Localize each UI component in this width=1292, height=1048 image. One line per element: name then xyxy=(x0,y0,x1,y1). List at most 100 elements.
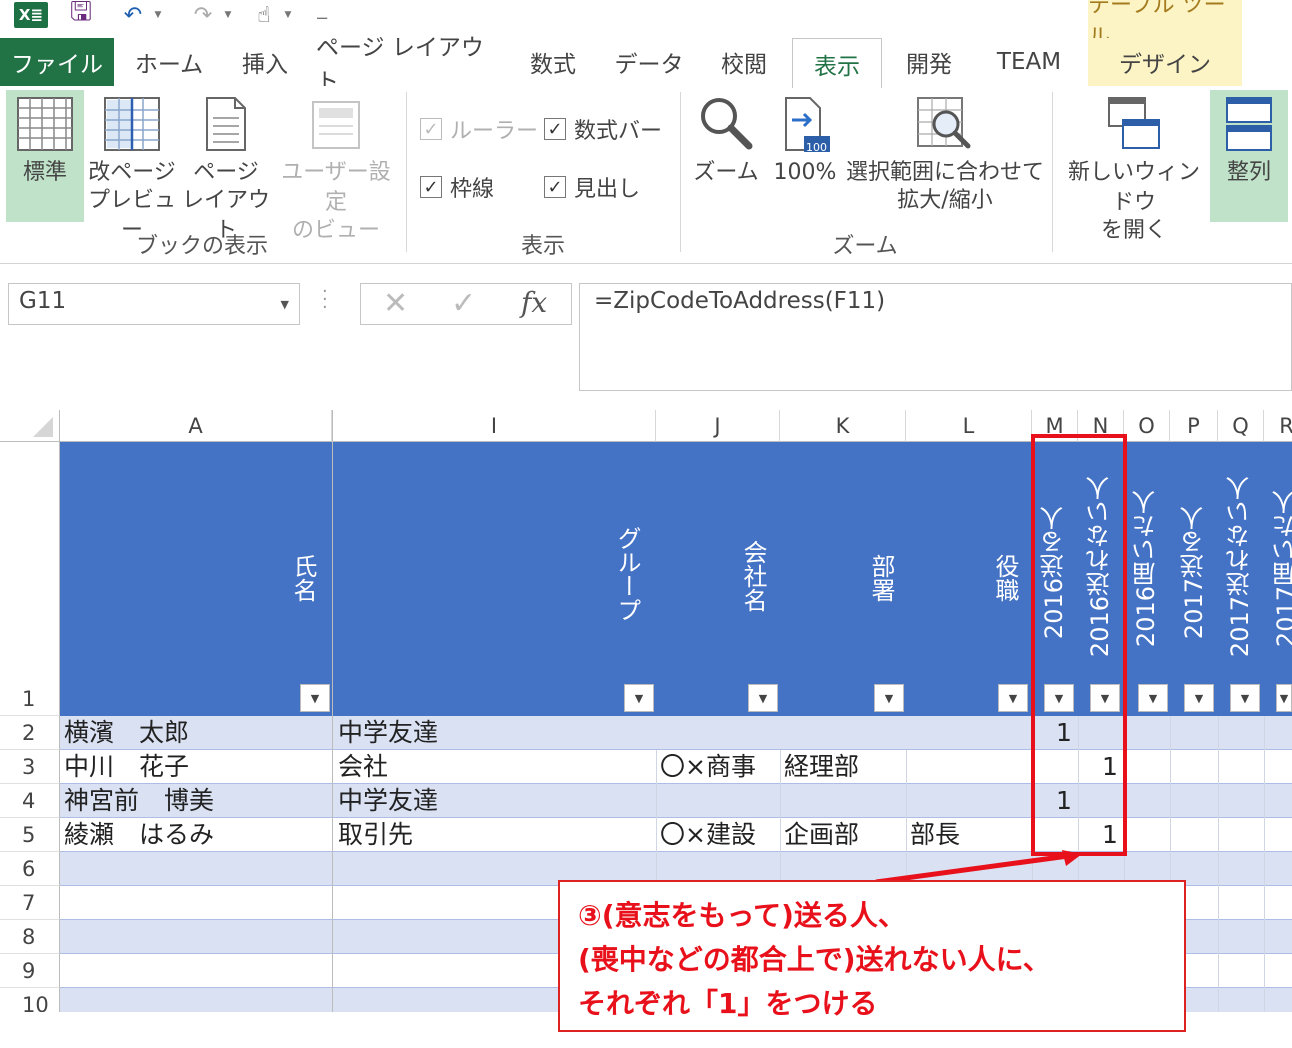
normal-view-label: 標準 xyxy=(22,160,67,185)
cell-a5[interactable]: 綾瀬 はるみ xyxy=(64,820,214,850)
cell-i5[interactable]: 取引先 xyxy=(338,820,413,850)
normal-view-button[interactable]: 標準 xyxy=(6,90,84,222)
cell-k5[interactable]: 企画部 xyxy=(784,820,859,850)
header-group: グループ xyxy=(613,526,641,622)
header-send-2017: 2017送る人 xyxy=(1180,506,1208,640)
enter-formula-icon[interactable]: ✓ xyxy=(451,286,476,321)
select-all-corner[interactable] xyxy=(0,410,60,442)
filter-dropdown-nosend-2017[interactable]: ▼ xyxy=(1230,684,1260,712)
page-layout-view-icon xyxy=(206,97,246,151)
cell-k3[interactable]: 経理部 xyxy=(784,752,859,782)
filter-dropdown-group[interactable]: ▼ xyxy=(624,684,654,712)
zoom-to-selection-button[interactable]: 選択範囲に合わせて 拡大/縮小 xyxy=(844,90,1046,222)
grid-line xyxy=(1264,716,1265,1012)
formula-bar-checkbox[interactable]: ✓ 数式バー xyxy=(544,114,662,144)
column-header-k[interactable]: K xyxy=(780,410,906,442)
arrange-all-icon xyxy=(1226,97,1272,151)
touch-dropdown-icon[interactable]: ▼ xyxy=(282,0,294,30)
column-header-r[interactable]: R xyxy=(1264,410,1292,442)
cell-j3[interactable]: 〇×商事 xyxy=(660,752,756,782)
headings-checkbox[interactable]: ✓ 見出し xyxy=(544,172,640,202)
formula-bar-handle-icon[interactable]: · · · xyxy=(322,283,328,317)
column-header-p[interactable]: P xyxy=(1170,410,1218,442)
filter-dropdown-received-2016[interactable]: ▼ xyxy=(1138,684,1168,712)
normal-view-icon xyxy=(17,97,73,151)
tab-design[interactable]: デザイン xyxy=(1088,38,1242,86)
filter-dropdown-send-2017[interactable]: ▼ xyxy=(1184,684,1214,712)
column-header-o[interactable]: O xyxy=(1124,410,1170,442)
filter-dropdown-received-2017[interactable]: ▼ xyxy=(1276,684,1292,712)
zoom-100-button[interactable]: 100 100% xyxy=(770,90,840,222)
gridlines-checkbox[interactable]: ✓ 枠線 xyxy=(420,172,494,202)
page-layout-label-1: ページ xyxy=(193,160,259,185)
custom-views-label-1: ユーザー設定 xyxy=(281,160,391,215)
column-header-q[interactable]: Q xyxy=(1218,410,1264,442)
formula-buttons: ✕ ✓ fx xyxy=(360,283,572,325)
name-box[interactable]: G11 ▼ xyxy=(8,283,300,325)
row-header-8[interactable]: 8 xyxy=(0,920,60,954)
ruler-checkbox[interactable]: ✓ ルーラー xyxy=(420,114,538,144)
tab-insert[interactable]: 挿入 xyxy=(226,38,304,86)
annotation-line-3: それぞれ「1」をつける xyxy=(578,987,878,1020)
tab-view[interactable]: 表示 xyxy=(792,38,882,88)
cell-a3[interactable]: 中川 花子 xyxy=(64,752,189,782)
insert-function-icon[interactable]: fx xyxy=(521,286,547,319)
row-header-5[interactable]: 5 xyxy=(0,818,60,852)
arrange-all-button[interactable]: 整列 xyxy=(1210,90,1288,222)
row-header-4[interactable]: 4 xyxy=(0,784,60,818)
filter-dropdown-name[interactable]: ▼ xyxy=(300,684,330,712)
filter-dropdown-title[interactable]: ▼ xyxy=(998,684,1028,712)
touch-mode-icon[interactable]: ☝ xyxy=(250,0,278,30)
tab-home[interactable]: ホーム xyxy=(124,38,214,86)
column-header-l[interactable]: L xyxy=(906,410,1032,442)
row-header-2[interactable]: 2 xyxy=(0,716,60,750)
gridlines-label: 枠線 xyxy=(450,177,495,202)
tab-team[interactable]: TEAM xyxy=(980,38,1078,86)
header-received-2016: 2016届いた人 xyxy=(1132,490,1160,648)
page-layout-view-button[interactable]: ページ レイアウト xyxy=(180,90,272,243)
row-header-1[interactable]: 1 xyxy=(0,442,60,716)
cell-i4[interactable]: 中学友達 xyxy=(338,786,438,816)
tab-review[interactable]: 校閲 xyxy=(704,38,784,86)
row-header-7[interactable]: 7 xyxy=(0,886,60,920)
zoom-button[interactable]: ズーム xyxy=(690,90,762,222)
cell-i3[interactable]: 会社 xyxy=(338,752,388,782)
tab-formulas[interactable]: 数式 xyxy=(512,38,594,86)
page-break-preview-button[interactable]: 改ページ プレビュー xyxy=(86,90,178,243)
zoom-100-badge: 100 xyxy=(806,141,827,154)
contextual-tab-group-label: テーブル ツール xyxy=(1088,0,1242,50)
zoom-to-selection-label-1: 選択範囲に合わせて xyxy=(845,160,1044,185)
tab-page-layout[interactable]: ページ レイアウト xyxy=(316,35,502,95)
name-box-dropdown-icon[interactable]: ▼ xyxy=(281,298,289,311)
row-header-3[interactable]: 3 xyxy=(0,750,60,784)
redo-dropdown-icon[interactable]: ▼ xyxy=(222,0,234,30)
formula-input[interactable]: =ZipCodeToAddress(F11) xyxy=(579,283,1292,391)
customize-qat-icon[interactable]: ⚊ xyxy=(312,0,332,30)
new-window-icon xyxy=(1108,97,1160,149)
custom-views-button[interactable]: ユーザー設定 のビュー xyxy=(272,90,400,243)
redo-icon[interactable]: ↷ xyxy=(188,0,218,30)
tab-developer[interactable]: 開発 xyxy=(890,38,968,86)
tab-file[interactable]: ファイル xyxy=(0,38,114,86)
row-header-6[interactable]: 6 xyxy=(0,852,60,886)
cell-a2[interactable]: 横濱 太郎 xyxy=(64,718,189,748)
undo-icon[interactable]: ↶ xyxy=(118,0,148,30)
row-header-10[interactable]: 10 xyxy=(0,988,60,1012)
cell-j5[interactable]: 〇×建設 xyxy=(660,820,756,850)
column-header-a[interactable]: A xyxy=(60,410,332,442)
row-header-9[interactable]: 9 xyxy=(0,954,60,988)
cell-a4[interactable]: 神宮前 博美 xyxy=(64,786,214,816)
filter-dropdown-company[interactable]: ▼ xyxy=(748,684,778,712)
cell-i2[interactable]: 中学友達 xyxy=(338,718,438,748)
gridlines-check-icon: ✓ xyxy=(420,176,442,198)
cancel-formula-icon[interactable]: ✕ xyxy=(383,286,408,321)
column-header-i[interactable]: I xyxy=(332,410,656,442)
save-icon[interactable]: 🖫 xyxy=(66,0,96,30)
filter-dropdown-department[interactable]: ▼ xyxy=(874,684,904,712)
formula-bar-label: 数式バー xyxy=(574,119,663,144)
new-window-button[interactable]: 新しいウィンドウ を開く xyxy=(1060,90,1208,243)
column-header-j[interactable]: J xyxy=(656,410,780,442)
undo-dropdown-icon[interactable]: ▼ xyxy=(152,0,164,30)
tab-data[interactable]: データ xyxy=(604,38,694,86)
cell-l5[interactable]: 部長 xyxy=(910,820,960,850)
